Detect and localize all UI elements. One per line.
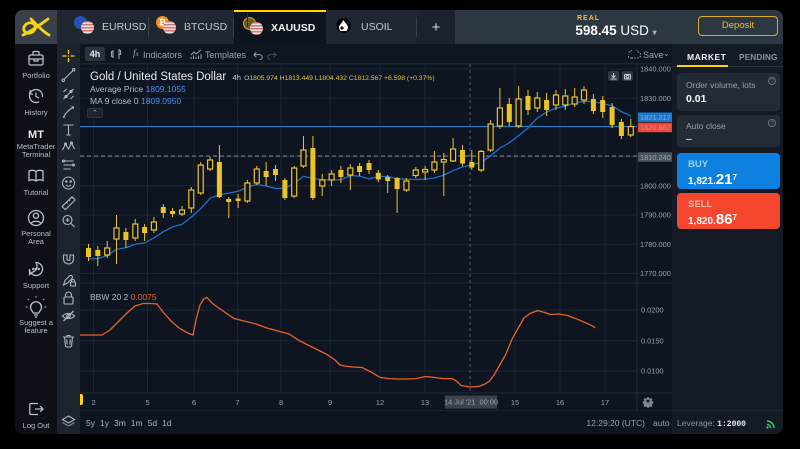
svg-text:1800.000: 1800.000 <box>640 181 671 190</box>
svg-text:12: 12 <box>376 398 384 407</box>
svg-text:17: 17 <box>601 398 609 407</box>
svg-text:7: 7 <box>235 398 239 407</box>
svg-text:5: 5 <box>145 398 149 407</box>
svg-text:0.0200: 0.0200 <box>641 306 664 315</box>
svg-text:2: 2 <box>91 398 95 407</box>
svg-text:6: 6 <box>192 398 196 407</box>
svg-text:1770.000: 1770.000 <box>640 269 671 278</box>
svg-text:0.0150: 0.0150 <box>641 336 664 345</box>
svg-text:9: 9 <box>328 398 332 407</box>
svg-text:0.0100: 0.0100 <box>641 367 664 376</box>
svg-text:16: 16 <box>556 398 564 407</box>
svg-text:15: 15 <box>511 398 519 407</box>
svg-text:1840.000: 1840.000 <box>640 65 671 74</box>
svg-text:14 Jul '21 00:00: 14 Jul '21 00:00 <box>444 398 498 407</box>
svg-text:1810.240: 1810.240 <box>640 153 671 162</box>
svg-text:1830.000: 1830.000 <box>640 94 671 103</box>
svg-text:1820.867: 1820.867 <box>640 123 671 132</box>
svg-text:13: 13 <box>421 398 429 407</box>
svg-text:1790.000: 1790.000 <box>640 211 671 220</box>
svg-text:1780.000: 1780.000 <box>640 240 671 249</box>
svg-text:8: 8 <box>279 398 283 407</box>
svg-text:1821.217: 1821.217 <box>640 113 671 122</box>
